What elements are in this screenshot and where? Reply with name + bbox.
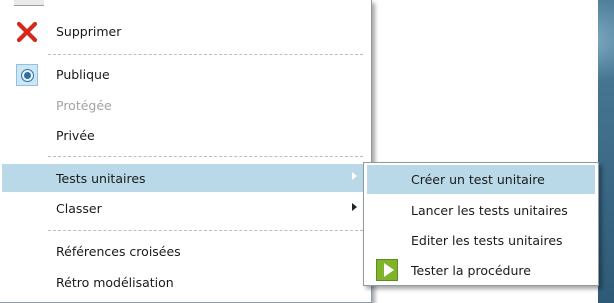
menu-item-reverse-engineering[interactable]: Rétro modélisation (2, 269, 369, 296)
submenu-item-label: Lancer les tests unitaires (411, 203, 568, 218)
menu-item-delete[interactable]: Supprimer (2, 18, 369, 45)
submenu-item-label: Editer les tests unitaires (411, 233, 563, 248)
submenu-item-edit-tests[interactable]: Editer les tests unitaires (367, 226, 595, 255)
menu-item-label: Supprimer (56, 24, 122, 39)
menu-item-label: Privée (56, 128, 95, 143)
submenu-arrow-icon (352, 172, 357, 180)
menu-item-label: Tests unitaires (56, 170, 146, 186)
submenu-item-label: Tester la procédure (411, 263, 531, 278)
menu-item-label: Publique (56, 67, 110, 82)
menu-item-label: Classer (56, 201, 102, 216)
menu-item-protected: Protégée (2, 92, 369, 119)
menu-item-unit-tests[interactable]: Tests unitaires (2, 164, 369, 192)
menu-item-label: Rétro modélisation (56, 275, 174, 290)
menu-item-public[interactable]: Publique (2, 61, 369, 88)
submenu-item-test-procedure[interactable]: Tester la procédure (367, 256, 595, 285)
menu-separator (48, 156, 363, 157)
menu-item-cross-references[interactable]: Références croisées (2, 238, 369, 265)
menu-separator (48, 230, 363, 231)
context-menu: Supprimer Publique Protégée Privée Tests… (0, 0, 372, 303)
menu-item-private[interactable]: Privée (2, 122, 369, 149)
submenu-item-run-tests[interactable]: Lancer les tests unitaires (367, 196, 595, 225)
submenu-item-create-test[interactable]: Créer un test unitaire (367, 165, 595, 194)
menu-item-label: Protégée (56, 98, 112, 113)
play-icon (376, 259, 398, 281)
menu-separator (48, 54, 363, 55)
submenu-item-label: Créer un test unitaire (411, 172, 545, 187)
menu-item-label: Références croisées (56, 244, 181, 259)
unit-tests-submenu: Créer un test unitaire Lancer les tests … (363, 162, 599, 286)
menu-item-sort[interactable]: Classer (2, 195, 369, 222)
menu-top-icon-stub (14, 0, 44, 6)
red-x-icon (16, 21, 38, 43)
radio-selected-icon (16, 64, 38, 86)
submenu-arrow-icon (352, 203, 357, 211)
